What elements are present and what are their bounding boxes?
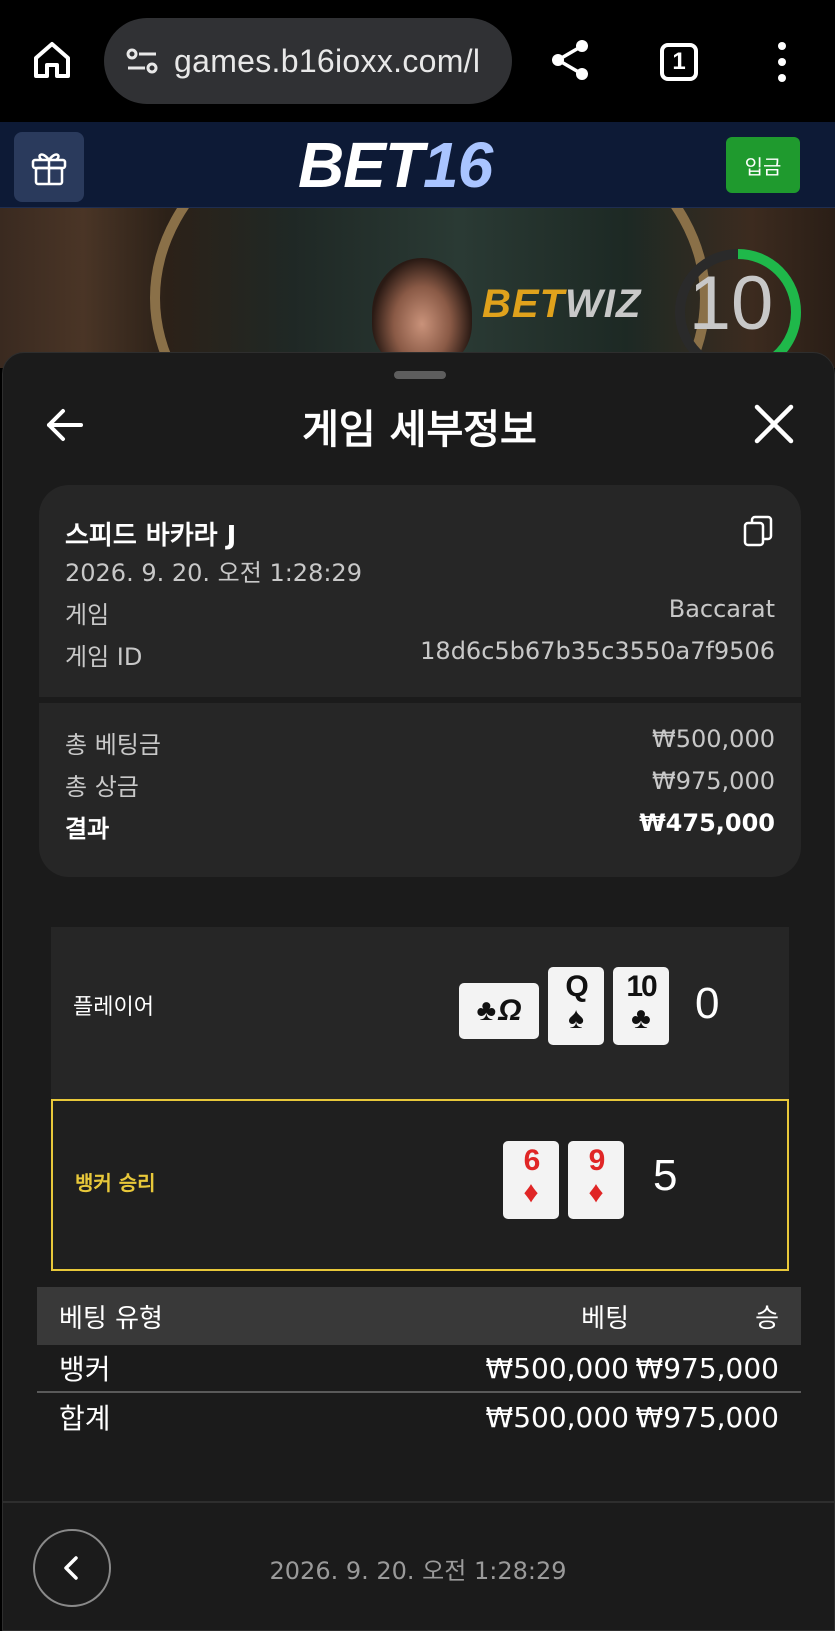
result-board: 플레이어 ♣ Ω Q ♠ 10 ♣ 0 뱅커 승리 6 ♦ 9 ♦ 5 xyxy=(51,927,789,1271)
footer-divider xyxy=(3,1501,835,1503)
bet-table: 베팅 유형 베팅 승 뱅커 ₩500,000 ₩975,000 합계 ₩500,… xyxy=(37,1287,801,1441)
copy-icon[interactable] xyxy=(743,515,773,547)
banker-score: 5 xyxy=(653,1151,678,1200)
result-row: 결과 ₩475,000 xyxy=(65,809,775,843)
player-score: 0 xyxy=(695,979,720,1028)
tab-switcher-button[interactable]: 1 xyxy=(660,43,698,81)
game-name: 스피드 바카라 J xyxy=(65,521,237,551)
banker-card: 6 ♦ xyxy=(503,1141,559,1219)
close-icon[interactable] xyxy=(753,403,795,445)
site-header: BET16 입금 xyxy=(0,122,835,208)
browser-toolbar: games.b16ioxx.com/l 1 xyxy=(0,0,835,122)
game-id-row: 게임 ID 18d6c5b67b35c3550a7f9506 xyxy=(65,637,775,671)
chevron-left-icon xyxy=(64,1556,78,1580)
game-type-row: 게임 Baccarat xyxy=(65,595,775,629)
url-text: games.b16ioxx.com/l xyxy=(174,42,481,79)
gift-icon xyxy=(31,153,67,186)
player-third-card: ♣ Ω xyxy=(459,983,539,1039)
previous-round-button[interactable] xyxy=(33,1529,111,1607)
live-game-video: BETWIZ 10 xyxy=(0,208,835,368)
more-menu-icon[interactable] xyxy=(770,40,794,84)
player-card: Q ♠ xyxy=(548,967,604,1045)
player-card: 10 ♣ xyxy=(613,967,669,1045)
bet-table-header: 베팅 유형 베팅 승 xyxy=(37,1287,801,1345)
deposit-button[interactable]: 입금 xyxy=(726,137,800,193)
game-info-card: 스피드 바카라 J 2026. 9. 20. 오전 1:28:29 게임 Bac… xyxy=(39,485,801,877)
gift-button[interactable] xyxy=(14,132,84,202)
banker-hand: 뱅커 승리 6 ♦ 9 ♦ 5 xyxy=(51,1099,789,1271)
game-details-sheet: 게임 세부정보 스피드 바카라 J 2026. 9. 20. 오전 1:28:2… xyxy=(2,352,835,1631)
share-icon[interactable] xyxy=(548,38,592,82)
table-total-row: 합계 ₩500,000 ₩975,000 xyxy=(59,1400,779,1436)
game-datetime: 2026. 9. 20. 오전 1:28:29 xyxy=(65,559,362,587)
result-amount: ₩475,000 xyxy=(639,809,775,837)
address-bar[interactable]: games.b16ioxx.com/l xyxy=(104,18,512,104)
table-row: 뱅커 ₩500,000 ₩975,000 xyxy=(37,1345,801,1393)
banker-card: 9 ♦ xyxy=(568,1141,624,1219)
player-label: 플레이어 xyxy=(73,995,154,1020)
sheet-title: 게임 세부정보 xyxy=(302,407,537,453)
total-prize-row: 총 상금 ₩975,000 xyxy=(65,767,775,801)
footer-datetime: 2026. 9. 20. 오전 1:28:29 xyxy=(269,1557,567,1585)
site-logo[interactable]: BET16 xyxy=(298,132,493,198)
site-settings-icon[interactable] xyxy=(122,41,162,81)
tab-count: 1 xyxy=(672,48,686,75)
game-id-value: 18d6c5b67b35c3550a7f9506 xyxy=(420,637,775,665)
countdown-number: 10 xyxy=(688,261,774,346)
banker-win-label: 뱅커 승리 xyxy=(75,1171,156,1195)
home-icon[interactable] xyxy=(30,38,74,82)
card-divider xyxy=(39,697,801,703)
provider-logo: BETWIZ xyxy=(482,282,642,326)
total-bet-row: 총 베팅금 ₩500,000 xyxy=(65,725,775,759)
player-hand: 플레이어 ♣ Ω Q ♠ 10 ♣ 0 xyxy=(51,927,789,1087)
drag-handle[interactable] xyxy=(394,371,446,379)
